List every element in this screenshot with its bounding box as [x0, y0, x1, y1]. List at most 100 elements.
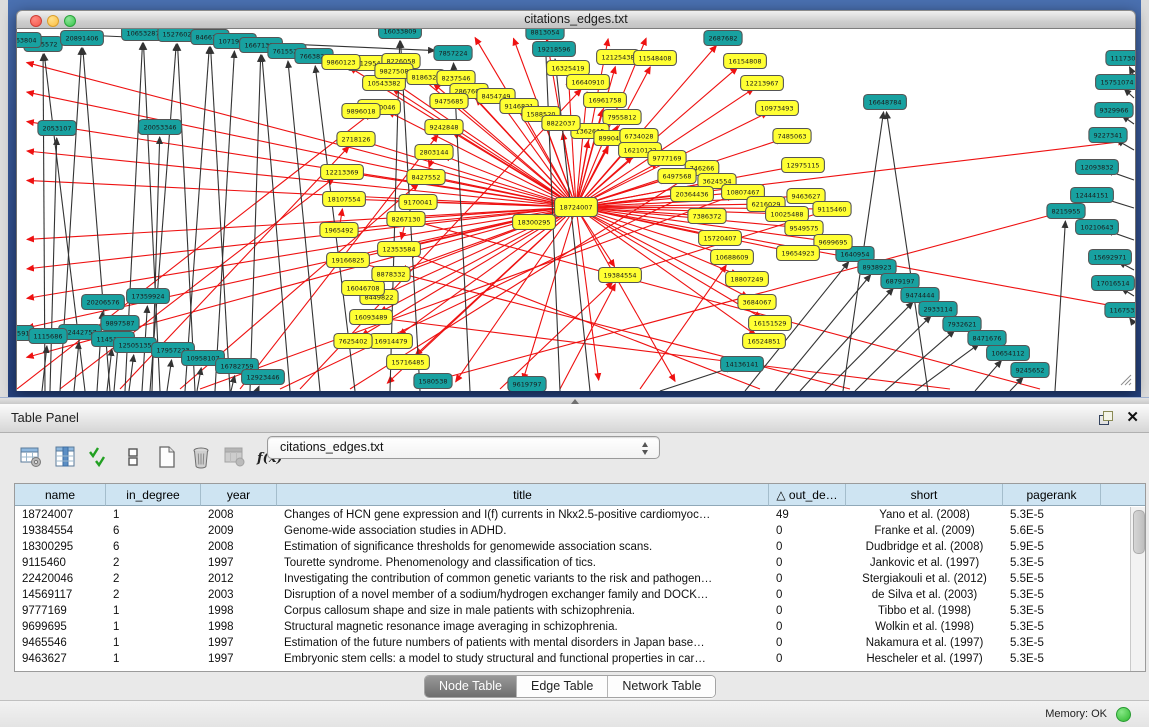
graph-node[interactable]: 9474444 — [901, 288, 939, 303]
panel-splitter[interactable] — [0, 397, 1149, 404]
table-cell-in_degree[interactable]: 2 — [106, 571, 201, 587]
scrollbar-thumb[interactable] — [1133, 510, 1145, 554]
table-cell-in_degree[interactable]: 1 — [106, 619, 201, 635]
table-cell-year[interactable]: 2012 — [201, 571, 277, 587]
graph-node[interactable]: 2803144 — [415, 145, 453, 160]
graph-node[interactable]: 9619797 — [508, 377, 546, 392]
table-cell-pagerank[interactable]: 5.3E-5 — [1003, 507, 1101, 523]
table-cell-in_degree[interactable]: 2 — [106, 587, 201, 603]
table-cell-name[interactable]: 18300295 — [15, 539, 106, 555]
graph-node[interactable]: 2687682 — [704, 31, 742, 46]
table-cell-pagerank[interactable]: 5.3E-5 — [1003, 603, 1101, 619]
table-cell-in_degree[interactable]: 6 — [106, 539, 201, 555]
table-cell-short[interactable]: Wolkin et al. (1998) — [846, 619, 1003, 635]
graph-node[interactable]: 7955812 — [603, 110, 641, 125]
graph-node[interactable]: 18107554 — [323, 192, 366, 207]
table-row[interactable]: 1872400712008Changes of HCN gene express… — [15, 507, 1130, 523]
table-row[interactable]: 1456911722003Disruption of a novel membe… — [15, 587, 1130, 603]
graph-node[interactable]: 6734028 — [620, 129, 658, 144]
table-cell-short[interactable]: Stergiakouli et al. (2012) — [846, 571, 1003, 587]
table-cell-pagerank[interactable]: 5.3E-5 — [1003, 651, 1101, 667]
graph-node[interactable]: 8427552 — [407, 170, 445, 185]
table-cell-out_degree[interactable]: 0 — [769, 555, 846, 571]
table-row[interactable]: 977716911998Corpus callosum shape and si… — [15, 603, 1130, 619]
table-cell-title[interactable]: Investigating the contribution of common… — [277, 571, 769, 587]
graph-node[interactable]: 8471676 — [968, 331, 1006, 346]
table-cell-year[interactable]: 1997 — [201, 555, 277, 571]
table-cell-name[interactable]: 18724007 — [15, 507, 106, 523]
table-row[interactable]: 969969511998Structural magnetic resonanc… — [15, 619, 1130, 635]
table-cell-year[interactable]: 2008 — [201, 507, 277, 523]
graph-node[interactable]: 18807249 — [726, 272, 769, 287]
minimize-window-button[interactable] — [47, 15, 59, 27]
column-header-pagerank[interactable]: pagerank — [1003, 484, 1101, 506]
graph-node[interactable]: 18300295 — [513, 215, 556, 230]
graph-node[interactable]: 3684067 — [738, 295, 776, 310]
close-panel-icon[interactable]: ✕ — [1126, 408, 1139, 428]
graph-node[interactable]: 7932621 — [943, 317, 981, 332]
graph-node[interactable]: 12213967 — [741, 76, 784, 91]
tab-network-table[interactable]: Network Table — [607, 676, 715, 697]
float-panel-icon[interactable] — [1099, 411, 1113, 425]
graph-node[interactable]: 9245652 — [1011, 363, 1049, 378]
graph-node[interactable]: 16154808 — [724, 54, 767, 69]
graph-node[interactable]: 16914479 — [370, 334, 413, 349]
graph-node[interactable]: 16524851 — [743, 334, 786, 349]
column-header-name[interactable]: name — [15, 484, 106, 506]
graph-node[interactable]: 16961758 — [584, 93, 627, 108]
graph-node[interactable]: 7857224 — [434, 46, 472, 61]
graph-node[interactable]: 19384554 — [599, 268, 642, 283]
graph-node[interactable]: 9115460 — [813, 202, 851, 217]
graph-node[interactable]: 18724007 — [555, 198, 598, 217]
table-cell-title[interactable]: Corpus callosum shape and size in male p… — [277, 603, 769, 619]
table-cell-title[interactable]: Tourette syndrome. Phenomenology and cla… — [277, 555, 769, 571]
graph-node[interactable]: 15751074 — [1096, 75, 1135, 90]
table-cell-title[interactable]: Disruption of a novel member of a sodium… — [277, 587, 769, 603]
table-cell-in_degree[interactable]: 1 — [106, 603, 201, 619]
graph-node[interactable]: 1117304 — [1106, 51, 1135, 66]
graph-node[interactable]: 7625402 — [334, 334, 372, 349]
table-cell-name[interactable]: 19384554 — [15, 523, 106, 539]
graph-node[interactable]: 15720407 — [699, 231, 742, 246]
resize-grip-icon[interactable] — [1121, 375, 1131, 385]
table-cell-year[interactable]: 1998 — [201, 603, 277, 619]
table-cell-name[interactable]: 9699695 — [15, 619, 106, 635]
graph-node[interactable]: 12125438 — [597, 50, 640, 65]
graph-node[interactable]: 17359924 — [127, 289, 170, 304]
graph-node[interactable]: 10973493 — [756, 101, 799, 116]
column-header-short[interactable]: short — [846, 484, 1003, 506]
graph-node[interactable]: 9227341 — [1089, 128, 1127, 143]
graph-node[interactable]: 15692971 — [1089, 250, 1132, 265]
table-cell-pagerank[interactable]: 5.3E-5 — [1003, 635, 1101, 651]
graph-node[interactable]: 15716485 — [387, 355, 430, 370]
table-row[interactable]: 1938455462009Genome-wide association stu… — [15, 523, 1130, 539]
column-header-out_degree[interactable]: △ out_de… — [769, 484, 846, 506]
graph-node[interactable]: 19654923 — [777, 246, 820, 261]
table-cell-out_degree[interactable]: 0 — [769, 603, 846, 619]
select-all-check-icon[interactable] — [86, 444, 112, 470]
graph-node[interactable]: 12505135 — [114, 338, 157, 353]
table-cell-year[interactable]: 1998 — [201, 619, 277, 635]
graph-node[interactable]: 8267130 — [387, 212, 425, 227]
table-cell-pagerank[interactable]: 5.3E-5 — [1003, 555, 1101, 571]
graph-node[interactable]: 9170041 — [399, 195, 437, 210]
graph-node[interactable]: 17016514 — [1092, 276, 1135, 291]
table-cell-pagerank[interactable]: 5.9E-5 — [1003, 539, 1101, 555]
table-cell-pagerank[interactable]: 5.6E-5 — [1003, 523, 1101, 539]
table-cell-in_degree[interactable]: 1 — [106, 507, 201, 523]
graph-node[interactable]: 7485063 — [773, 129, 811, 144]
graph-node[interactable]: 11548408 — [634, 51, 677, 66]
graph-node[interactable]: 16046708 — [342, 281, 385, 296]
table-cell-year[interactable]: 2003 — [201, 587, 277, 603]
graph-node[interactable]: 12923446 — [242, 370, 285, 385]
table-cell-year[interactable]: 1997 — [201, 651, 277, 667]
graph-node[interactable]: 9897587 — [101, 316, 139, 331]
table-row[interactable]: 946554611997Estimation of the future num… — [15, 635, 1130, 651]
select-column-icon[interactable] — [52, 444, 78, 470]
graph-node[interactable]: 16093489 — [350, 310, 393, 325]
graph-node[interactable]: 20053346 — [139, 120, 182, 135]
memory-ok-indicator-icon[interactable] — [1116, 707, 1131, 722]
table-cell-in_degree[interactable]: 6 — [106, 523, 201, 539]
table-cell-short[interactable]: Yano et al. (2008) — [846, 507, 1003, 523]
table-cell-short[interactable]: Dudbridge et al. (2008) — [846, 539, 1003, 555]
